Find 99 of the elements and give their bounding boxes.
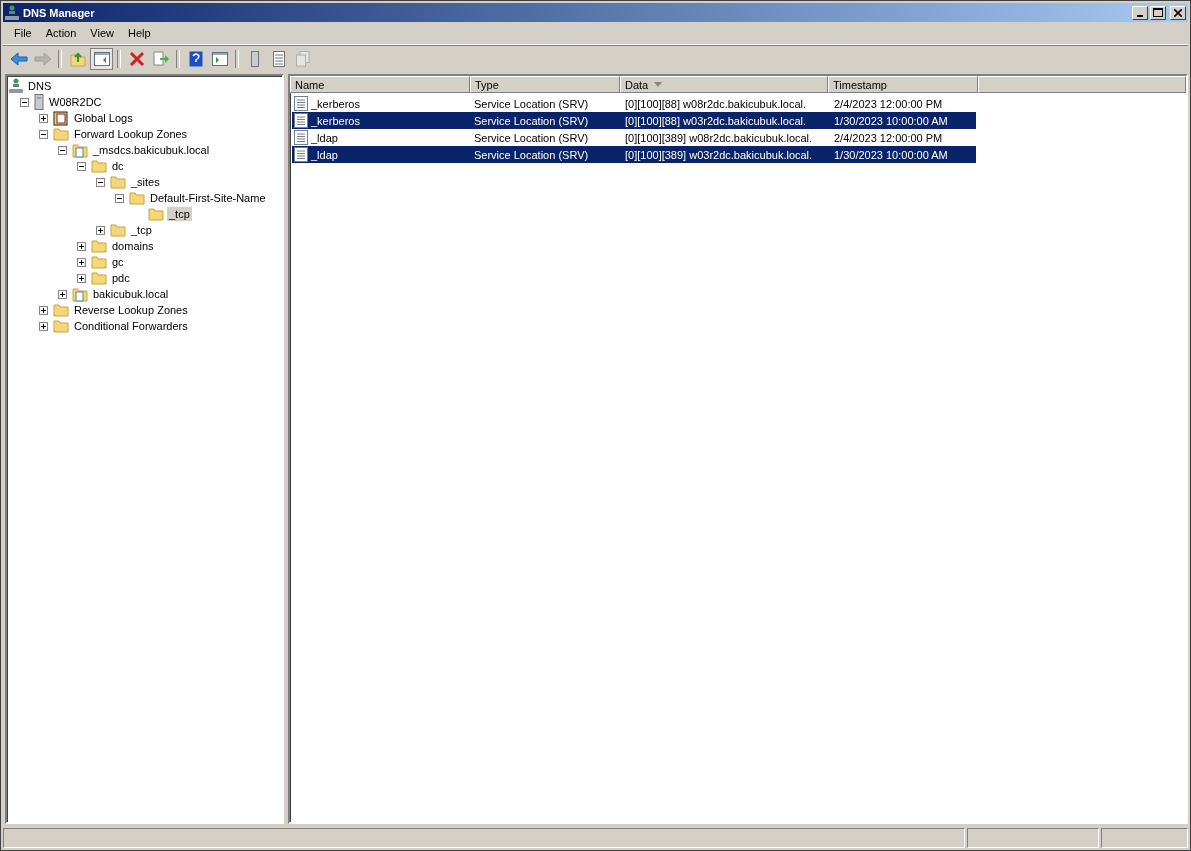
sort-arrow-icon — [654, 82, 663, 87]
tree-item[interactable]: Conditional Forwarders — [72, 319, 190, 333]
record-row[interactable]: _kerberos Service Location (SRV) [0][100][88] w08r2dc.bakicubuk.local. 2/4/2023 12:00:00 PM — [292, 95, 976, 112]
collapse-icon[interactable] — [77, 161, 86, 171]
server-icon — [250, 51, 259, 67]
table-cell: 2/4/2023 12:00:00 PM — [834, 131, 943, 144]
collapse-icon[interactable] — [96, 177, 105, 187]
tree-item[interactable]: Reverse Lookup Zones — [72, 303, 190, 317]
tree-item[interactable]: dc — [110, 159, 126, 173]
menu-item[interactable]: File — [7, 27, 39, 39]
folder-icon — [129, 191, 145, 205]
table-cell: [0][100][88] w03r2dc.bakicubuk.local. — [625, 114, 806, 127]
table-cell: _kerberos — [311, 114, 360, 127]
record-icon — [294, 113, 308, 128]
table-cell: Service Location (SRV) — [474, 97, 589, 110]
folder-up-icon — [69, 51, 86, 67]
table-cell: 1/30/2023 10:00:00 AM — [834, 114, 948, 127]
table-cell: _ldap — [311, 148, 338, 161]
folder-icon — [53, 319, 69, 333]
delete-icon — [128, 51, 145, 67]
table-cell: [0][100][389] w03r2dc.bakicubuk.local. — [625, 148, 813, 161]
help-icon — [188, 51, 203, 67]
collapse-icon[interactable] — [39, 129, 48, 139]
maximize-button[interactable] — [1150, 5, 1166, 20]
copy-icon — [295, 51, 310, 67]
export-list-icon — [152, 51, 169, 67]
record-row[interactable]: _ldap Service Location (SRV) [0][100][389] w08r2dc.bakicubuk.local. 2/4/2023 12:00:00 PM — [292, 129, 976, 146]
tree-item[interactable]: _tcp — [129, 223, 154, 237]
folder-icon — [91, 255, 107, 269]
expand-icon[interactable] — [39, 113, 48, 123]
close-button[interactable] — [1170, 5, 1186, 20]
tree-item[interactable]: Default-First-Site-Name — [148, 191, 268, 205]
log-icon — [53, 110, 69, 126]
column-header[interactable]: Name — [290, 76, 470, 93]
table-cell: _ldap — [311, 131, 338, 144]
expand-icon[interactable] — [39, 305, 48, 315]
folder-icon — [110, 175, 126, 189]
record-row[interactable]: _kerberos Service Location (SRV) [0][100][88] w03r2dc.bakicubuk.local. 1/30/2023 10:00:00 AM — [292, 112, 976, 129]
table-cell: [0][100][389] w08r2dc.bakicubuk.local. — [625, 131, 813, 144]
tree-item[interactable]: pdc — [110, 271, 132, 285]
record-icon — [294, 96, 308, 111]
table-cell: Service Location (SRV) — [474, 131, 589, 144]
action-pane-icon — [211, 52, 228, 66]
column-header[interactable]: Data — [620, 76, 828, 93]
table-cell: Service Location (SRV) — [474, 114, 589, 127]
expand-icon[interactable] — [58, 289, 67, 299]
expand-icon[interactable] — [77, 241, 86, 251]
console-tree-icon — [93, 52, 110, 66]
folder-icon — [53, 303, 69, 317]
column-header[interactable]: Timestamp — [828, 76, 978, 93]
record-icon — [294, 130, 308, 145]
toolbar-button[interactable] — [90, 48, 113, 70]
menu-item[interactable]: Help — [120, 27, 158, 39]
tree-item[interactable]: bakicubuk.local — [91, 287, 171, 301]
record-row[interactable]: _ldap Service Location (SRV) [0][100][389] w03r2dc.bakicubuk.local. 1/30/2023 10:00:00 AM — [292, 146, 976, 163]
network-icon — [5, 4, 19, 21]
tree-item[interactable]: Global Logs — [72, 111, 135, 125]
tree-item[interactable]: domains — [110, 239, 156, 253]
minimize-button[interactable] — [1132, 5, 1148, 20]
folder-icon — [148, 207, 164, 221]
tree-item[interactable]: _sites — [129, 175, 162, 189]
back-arrow-icon — [9, 52, 28, 66]
tree-item[interactable]: Forward Lookup Zones — [72, 127, 190, 141]
window-title: DNS Manager — [23, 6, 95, 19]
zone-file-icon — [72, 286, 88, 302]
menu-item[interactable]: View — [83, 27, 121, 39]
collapse-icon[interactable] — [20, 97, 29, 107]
zone-file-icon — [72, 142, 88, 158]
tree-item[interactable]: _msdcs.bakicubuk.local — [91, 143, 212, 157]
collapse-icon[interactable] — [115, 193, 124, 203]
folder-icon — [91, 239, 107, 253]
tree-item[interactable]: _tcp — [167, 207, 192, 221]
forward-arrow-icon — [33, 52, 52, 66]
table-cell: _kerberos — [311, 97, 360, 110]
expand-icon[interactable] — [77, 273, 86, 283]
list-icon — [272, 51, 285, 67]
folder-icon — [53, 127, 69, 141]
folder-icon — [91, 271, 107, 285]
table-cell: Service Location (SRV) — [474, 148, 589, 161]
server-icon — [34, 94, 44, 110]
tree-item[interactable]: W08R2DC — [47, 95, 104, 109]
tree-item[interactable]: DNS — [26, 79, 54, 93]
column-header[interactable]: Type — [470, 76, 620, 93]
table-cell: 2/4/2023 12:00:00 PM — [834, 97, 943, 110]
tree-item[interactable]: gc — [110, 255, 126, 269]
table-cell: [0][100][88] w08r2dc.bakicubuk.local. — [625, 97, 806, 110]
maximize-icon — [1153, 8, 1163, 17]
collapse-icon[interactable] — [58, 145, 67, 155]
expand-icon[interactable] — [77, 257, 86, 267]
minimize-icon — [1137, 14, 1143, 17]
table-cell: 1/30/2023 10:00:00 AM — [834, 148, 948, 161]
expand-icon[interactable] — [96, 225, 105, 235]
expand-icon[interactable] — [39, 321, 48, 331]
folder-icon — [110, 223, 126, 237]
folder-icon — [91, 159, 107, 173]
close-icon — [1174, 8, 1182, 17]
network-icon — [9, 78, 23, 94]
menu-item[interactable]: Action — [38, 27, 84, 39]
record-icon — [294, 147, 308, 162]
